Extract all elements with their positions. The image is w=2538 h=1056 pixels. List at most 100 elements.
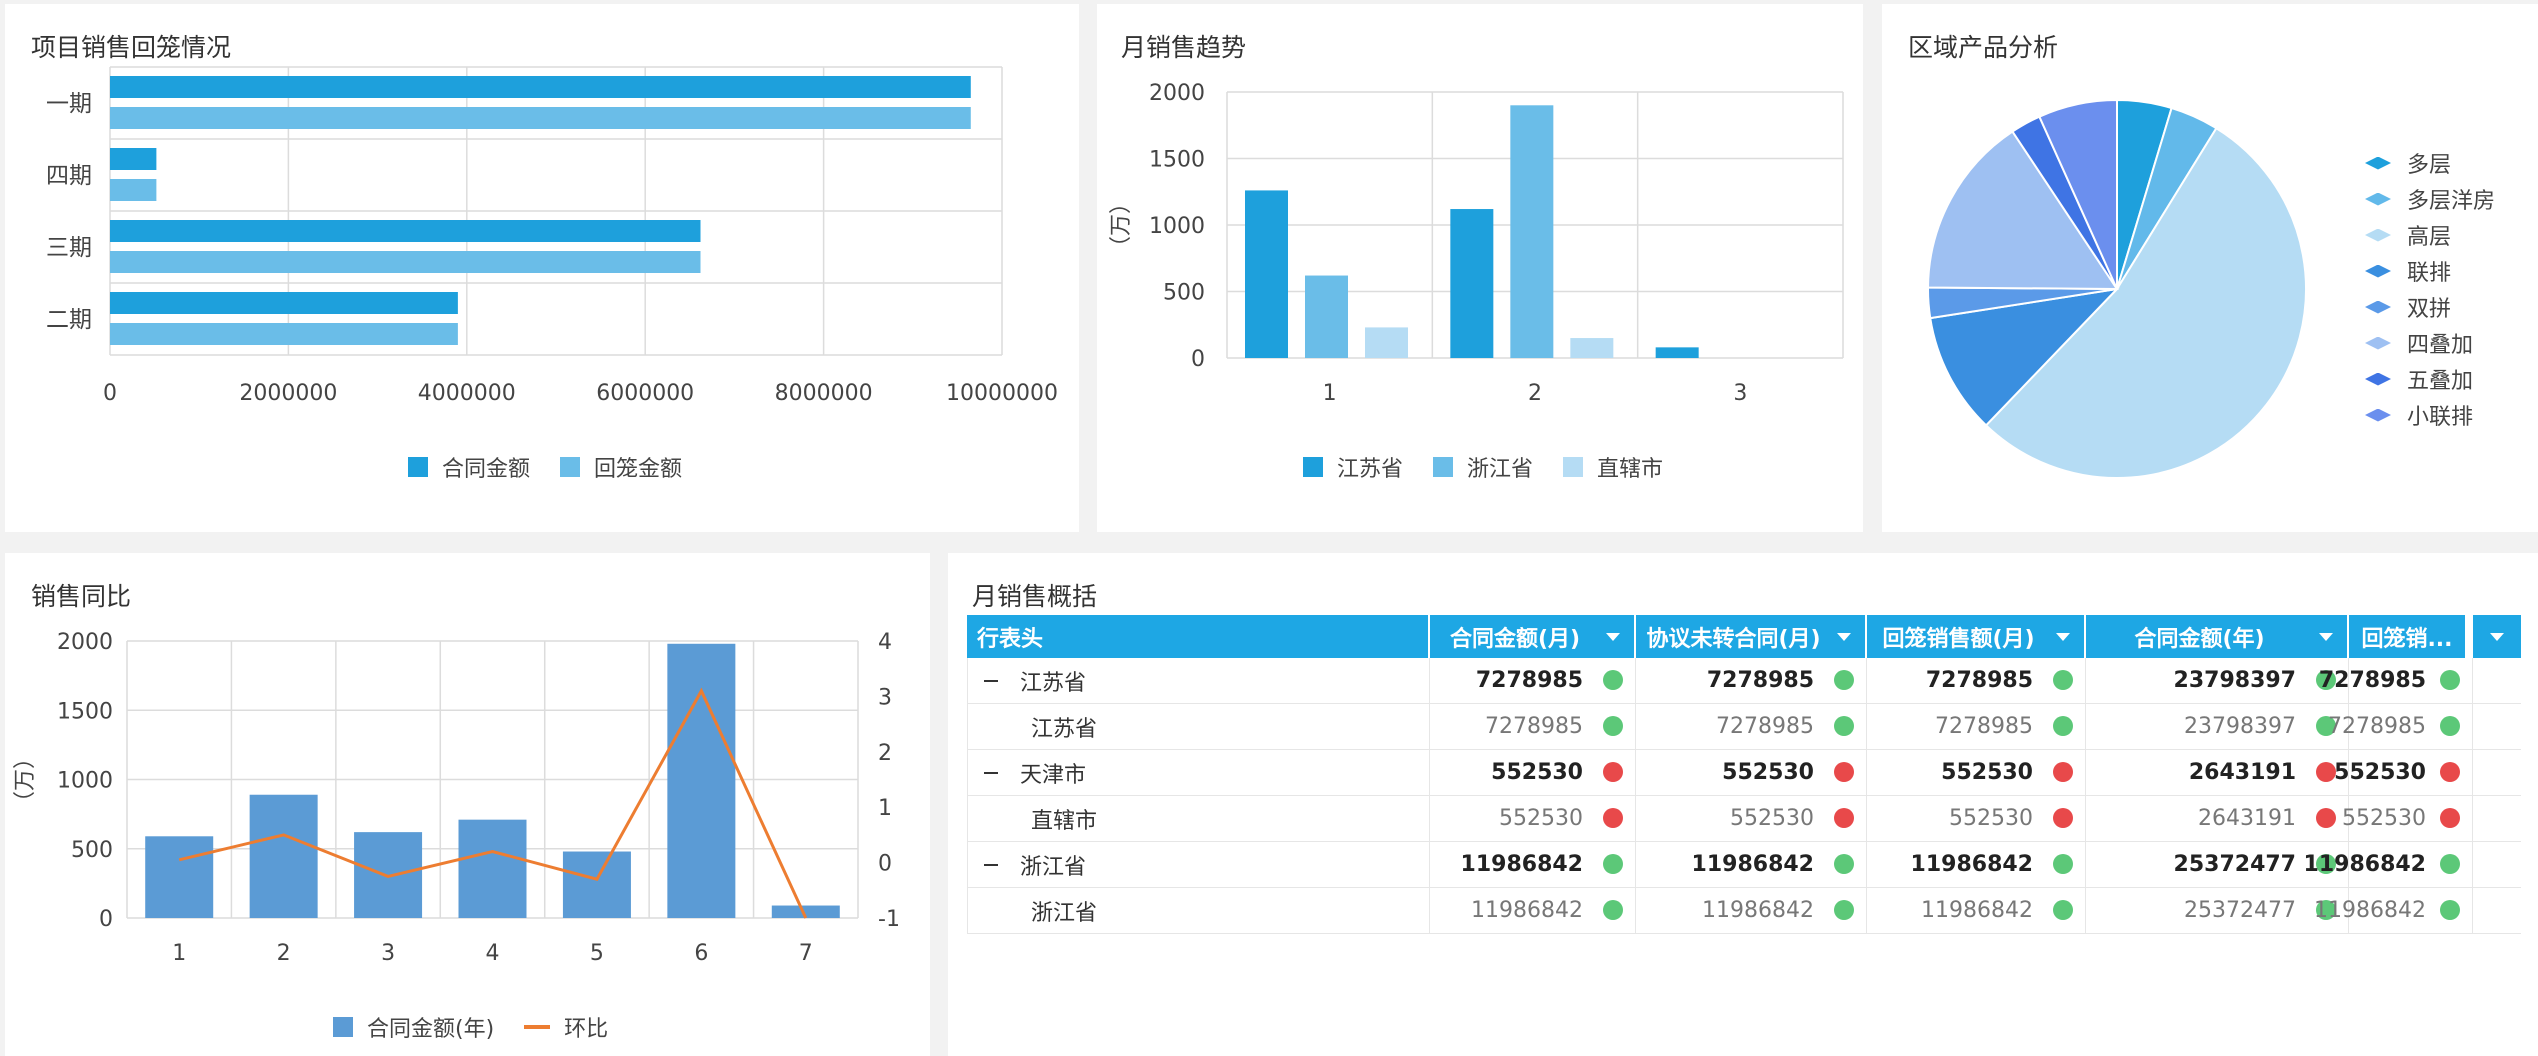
y-tick-label: 1500: [1149, 148, 1205, 173]
sort-dropdown-icon[interactable]: [2056, 632, 2070, 641]
legend-item[interactable]: 高层: [2365, 217, 2495, 253]
cell-value: 552530: [1941, 760, 2033, 785]
column-header-label: 行表头: [977, 626, 1044, 652]
legend-item[interactable]: 联排: [2365, 253, 2495, 289]
cell-value: 552530: [1722, 760, 1814, 785]
row-header-cell: 浙江省: [967, 842, 1430, 887]
legend-item[interactable]: 环比: [524, 1011, 608, 1043]
cell-value: 11986842: [1691, 852, 1814, 877]
row-label: 江苏省: [1031, 716, 1098, 742]
status-dot-icon: [2053, 808, 2073, 828]
table-cell: 552530: [1867, 750, 2086, 795]
legend-marker: [2365, 372, 2391, 386]
table-row[interactable]: 天津市 552530 552530 552530 2643191 552530: [967, 750, 2521, 796]
legend-item[interactable]: 直辖市: [1563, 451, 1663, 483]
sort-dropdown-icon[interactable]: [2319, 632, 2333, 641]
legend-item[interactable]: 合同金额(年): [333, 1011, 494, 1043]
legend-marker: [2365, 300, 2391, 314]
cell-value: 552530: [2334, 760, 2426, 785]
legend-swatch: [1433, 457, 1454, 477]
legend-label: 环比: [564, 1017, 609, 1042]
legend-marker: [2365, 228, 2391, 242]
cell-value: 11986842: [1702, 898, 1814, 923]
bar: [1305, 275, 1348, 358]
legend-label: 直辖市: [1597, 457, 1664, 482]
y-tick-label: 四期: [46, 163, 92, 189]
legend-item[interactable]: 多层洋房: [2365, 181, 2495, 217]
y-tick-label: 0: [1191, 347, 1205, 372]
y-tick-label: 二期: [46, 307, 92, 333]
status-dot-icon: [1603, 900, 1623, 920]
table-cell: 552530: [1430, 796, 1636, 841]
x-tick-label: 3: [1733, 381, 1747, 406]
table-cell: 11986842: [1867, 842, 2086, 887]
cell-value: 7278985: [1485, 714, 1583, 739]
cell-value: 7278985: [1716, 714, 1814, 739]
column-header-label: 回笼销售额(月): [1882, 626, 2035, 652]
sort-dropdown-icon[interactable]: [1837, 632, 1851, 641]
table-cell: 11986842: [1430, 842, 1636, 887]
legend-swatch: [333, 1017, 353, 1037]
cell-value: 11986842: [1921, 898, 2033, 923]
bar: [110, 220, 701, 242]
bar: [110, 76, 971, 98]
legend-item[interactable]: 小联排: [2365, 397, 2495, 433]
legend-item[interactable]: 四叠加: [2365, 325, 2495, 361]
cell-value: 552530: [1949, 806, 2033, 831]
legend-marker: [2365, 156, 2391, 170]
bar: [110, 179, 157, 201]
legend-item[interactable]: 五叠加: [2365, 361, 2495, 397]
legend-label: 江苏省: [1337, 457, 1404, 482]
status-dot-icon: [2053, 670, 2073, 690]
legend-item[interactable]: 多层: [2365, 145, 2495, 181]
status-dot-icon: [1603, 670, 1623, 690]
x-tick-label: 5: [590, 941, 604, 966]
table-cell: 11986842: [2314, 888, 2473, 933]
legend-label: 四叠加: [2407, 333, 2474, 358]
y2-tick-label: 4: [878, 630, 892, 655]
table-row[interactable]: 浙江省 11986842 11986842 11986842 25372477 11986…: [967, 888, 2521, 934]
status-dot-icon: [1603, 716, 1623, 736]
column-header[interactable]: 回笼销...: [2349, 615, 2473, 658]
y2-tick-label: 0: [878, 852, 892, 877]
legend-item[interactable]: 合同金额: [408, 451, 530, 483]
row-header-cell: 直辖市: [967, 796, 1430, 841]
column-header[interactable]: 合同金额(年): [2086, 615, 2349, 658]
bar: [1365, 327, 1408, 358]
table-cell: 7278985: [1636, 704, 1867, 749]
x-tick-label: 2000000: [239, 381, 337, 406]
column-header[interactable]: 合同金额(月): [1430, 615, 1636, 658]
legend-label: 合同金额: [442, 457, 531, 482]
x-tick-label: 2: [1528, 381, 1542, 406]
column-header[interactable]: 回笼销售额(月): [1867, 615, 2086, 658]
table-cell: 7278985: [1636, 658, 1867, 703]
cell-value: 7278985: [1925, 668, 2033, 693]
table-cell: 23798397: [2086, 704, 2349, 749]
table-row[interactable]: 直辖市 552530 552530 552530 2643191 552530: [967, 796, 2521, 842]
column-header[interactable]: 行表头: [967, 615, 1430, 658]
collapse-icon[interactable]: [984, 679, 998, 682]
cell-value: 7278985: [2318, 668, 2426, 693]
row-header-cell: 天津市: [967, 750, 1430, 795]
legend-label: 小联排: [2407, 405, 2474, 430]
legend-item[interactable]: 江苏省: [1303, 451, 1403, 483]
collapse-icon[interactable]: [984, 771, 998, 774]
column-header-label: 回笼销...: [2361, 626, 2453, 652]
table-row[interactable]: 江苏省 7278985 7278985 7278985 23798397 7278985: [967, 704, 2521, 750]
legend-label: 回笼金额: [594, 457, 683, 482]
legend-item[interactable]: 浙江省: [1433, 451, 1533, 483]
sort-dropdown-icon[interactable]: [1606, 632, 1620, 641]
table-row[interactable]: 浙江省 11986842 11986842 11986842 25372477 11986…: [967, 842, 2521, 888]
x-tick-label: 1: [1323, 381, 1337, 406]
legend-item[interactable]: 双拼: [2365, 289, 2495, 325]
y-tick-label: 三期: [46, 235, 92, 261]
status-dot-icon: [2053, 900, 2073, 920]
column-header[interactable]: 协议未转合同(月): [1636, 615, 1867, 658]
collapse-icon[interactable]: [984, 863, 998, 866]
table-row[interactable]: 江苏省 7278985 7278985 7278985 23798397 7278985: [967, 658, 2521, 704]
status-dot-icon: [2440, 670, 2460, 690]
table-cell: 11986842: [1430, 888, 1636, 933]
column-menu-button[interactable]: [2473, 615, 2521, 658]
legend-swatch: [1563, 457, 1584, 477]
legend-item[interactable]: 回笼金额: [560, 451, 682, 483]
